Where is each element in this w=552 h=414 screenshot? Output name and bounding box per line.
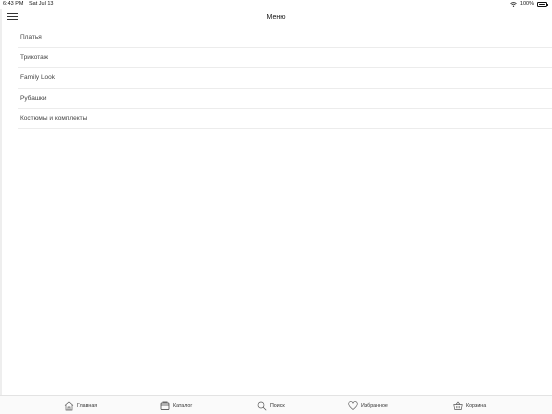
tab-catalog-label: Каталог [173,403,193,409]
menu-list: Платья Трикотаж Family Look Рубашки Кост… [18,28,552,129]
tab-search[interactable]: Поиск [257,399,285,413]
menu-item-suits-sets[interactable]: Костюмы и комплекты [18,109,552,129]
tab-home-label: Главная [77,403,98,409]
status-date: Sat Jul 13 [29,1,54,7]
menu-item-knitwear[interactable]: Трикотаж [18,48,552,69]
status-left: 6:43 PM Sat Jul 13 [3,0,53,9]
nav-bar: Меню [0,9,552,28]
menu-item-shirts[interactable]: Рубашки [18,89,552,109]
status-right: 100% [510,0,548,9]
battery-icon [537,2,548,7]
battery-percent: 100% [519,1,534,7]
status-bar: 6:43 PM Sat Jul 13 100% [0,0,552,9]
tab-favorites-label: Избранное [361,403,388,409]
catalog-icon [160,401,170,410]
menu-item-dresses[interactable]: Платья [18,28,552,49]
tab-home[interactable]: Главная [64,399,97,413]
tab-search-label: Поиск [270,403,285,409]
tab-bar: Главная Каталог Поиск Избранное Корзина [0,395,552,414]
home-icon [64,401,74,411]
page-title: Меню [266,14,286,21]
tab-cart[interactable]: Корзина [453,399,486,413]
tab-catalog[interactable]: Каталог [160,399,192,413]
tab-favorites[interactable]: Избранное [348,399,388,413]
basket-icon [453,401,463,410]
tab-cart-label: Корзина [466,403,487,409]
menu-item-family-look[interactable]: Family Look [18,68,552,89]
heart-icon [348,401,358,410]
search-icon [257,401,267,411]
wifi-icon [510,2,517,7]
battery-fill [538,3,546,6]
left-edge-divider [0,9,2,395]
status-time: 6:43 PM [3,1,24,7]
